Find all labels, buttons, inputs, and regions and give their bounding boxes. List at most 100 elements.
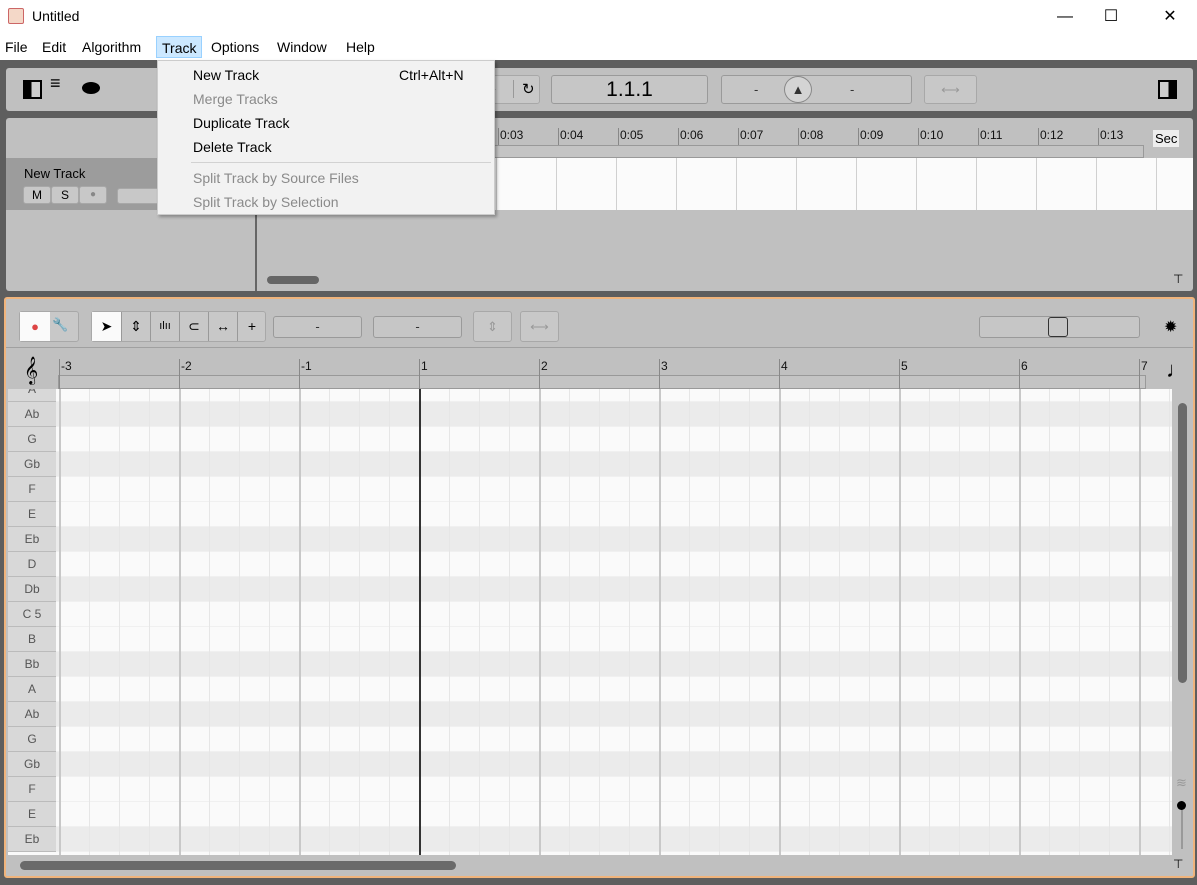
loop-icon[interactable]: ↻ [513, 80, 535, 98]
grid-line [719, 389, 720, 855]
pitch-label[interactable]: A [8, 677, 56, 702]
close-button[interactable]: ✕ [1147, 0, 1193, 33]
pitch-row[interactable] [56, 652, 1172, 677]
pitch-row[interactable] [56, 627, 1172, 652]
pitch-label[interactable]: G [8, 727, 56, 752]
quantize-time-button[interactable]: ⟷ [520, 311, 559, 342]
menu-file[interactable]: File [3, 38, 30, 60]
pitch-label[interactable]: F [8, 777, 56, 802]
sync-button[interactable]: ⟷ [924, 75, 977, 104]
pitch-label[interactable]: E [8, 802, 56, 827]
pitch-row[interactable] [56, 552, 1172, 577]
pitch-row[interactable] [56, 677, 1172, 702]
formant-tool-icon[interactable]: ⊂ [179, 312, 208, 341]
pitch-label[interactable]: B [8, 627, 56, 652]
time-unit-dropdown[interactable]: Sec [1153, 130, 1180, 147]
pitch-label[interactable]: Eb [8, 527, 56, 552]
pitch-row[interactable] [56, 402, 1172, 427]
pitch-row[interactable] [56, 602, 1172, 627]
menu-track[interactable]: Track [156, 36, 203, 58]
pitch-row[interactable] [56, 827, 1172, 852]
menu-options[interactable]: Options [209, 38, 261, 60]
vertical-scrollbar-thumb[interactable] [1178, 403, 1187, 683]
playhead[interactable] [419, 389, 421, 855]
pitch-row[interactable] [56, 477, 1172, 502]
grid-line [839, 389, 840, 855]
metronome-icon[interactable]: ▲ [784, 76, 812, 103]
gear-icon[interactable]: ✹ [1164, 317, 1177, 337]
pitch-label[interactable]: Ab [8, 702, 56, 727]
edit-field-1[interactable]: - [273, 316, 362, 338]
menu-item[interactable]: Duplicate Track [158, 115, 494, 137]
zoom-split-icon[interactable]: ⊤ [1173, 857, 1183, 871]
horizontal-scrollbar-thumb[interactable] [20, 861, 456, 870]
note-grid[interactable]: A Ab G Gb F E Eb D Db C 5 B Bb A Ab G Gb F E Eb [8, 389, 1172, 855]
menu-item[interactable]: New Track Ctrl+Alt+N [158, 67, 494, 89]
pitch-label[interactable]: C 5 [8, 602, 56, 627]
pitch-label[interactable]: G [8, 427, 56, 452]
grid-line [359, 389, 360, 855]
zoom-split-icon[interactable]: ⊤ [1173, 272, 1183, 286]
pitch-row[interactable] [56, 702, 1172, 727]
time-tool-icon[interactable]: ↔ [208, 312, 237, 341]
pitch-row[interactable] [56, 502, 1172, 527]
pitch-row[interactable] [56, 527, 1172, 552]
mute-button[interactable]: M [23, 186, 51, 204]
inspector-toggle-icon[interactable] [1158, 80, 1177, 99]
grid-line [239, 389, 240, 855]
pitch-label[interactable]: Ab [8, 402, 56, 427]
pitch-tool-icon[interactable]: ⇕ [121, 312, 150, 341]
treble-clef-icon[interactable]: 𝄞 [24, 357, 38, 385]
time-tick: 0:06 [678, 128, 703, 145]
pitch-row[interactable] [56, 452, 1172, 477]
pitch-label[interactable]: E [8, 502, 56, 527]
maximize-button[interactable]: ☐ [1088, 0, 1134, 33]
minimize-button[interactable]: — [1042, 0, 1088, 33]
editor-ruler-band [58, 375, 1146, 389]
arrange-scrollbar-thumb[interactable] [267, 276, 319, 284]
wrench-icon[interactable]: 🔧 [52, 317, 68, 333]
menu-item[interactable]: Delete Track [158, 139, 494, 161]
record-button[interactable]: ● [79, 186, 107, 204]
pitch-row[interactable] [56, 752, 1172, 777]
pointer-tool-icon[interactable]: ➤ [92, 312, 121, 341]
grid-line [269, 389, 270, 855]
edit-field-2[interactable]: - [373, 316, 462, 338]
blobs-icon[interactable] [82, 82, 100, 94]
tool-group-1: ● 🔧 [19, 311, 79, 342]
pitch-label[interactable]: Eb [8, 827, 56, 852]
quantize-pitch-button[interactable]: ⇕ [473, 311, 512, 342]
view-mode-slider[interactable] [979, 316, 1140, 338]
track-list-icon[interactable]: ≡ [50, 74, 61, 92]
panel-toggle-icon[interactable] [23, 80, 42, 99]
position-display[interactable]: 1.1.1 [551, 75, 708, 104]
separation-tool-icon[interactable]: + [237, 312, 266, 341]
pitch-row[interactable] [56, 389, 1172, 402]
pitch-label[interactable]: Gb [8, 752, 56, 777]
tempo-display[interactable]: - ▲ - [721, 75, 912, 104]
menu-algorithm[interactable]: Algorithm [80, 38, 143, 60]
pitch-label[interactable]: F [8, 477, 56, 502]
pitch-row[interactable] [56, 427, 1172, 452]
pitch-label[interactable]: Bb [8, 652, 56, 677]
amplitude-tool-icon[interactable]: ılıı [150, 312, 179, 341]
note-blob-icon[interactable]: ● [20, 312, 50, 341]
view-slider-handle[interactable] [1048, 317, 1068, 337]
pitch-label[interactable]: Db [8, 577, 56, 602]
pitch-label[interactable]: A [8, 389, 56, 402]
pitch-label[interactable]: Gb [8, 452, 56, 477]
menu-help[interactable]: Help [344, 38, 377, 60]
menu-edit[interactable]: Edit [40, 38, 68, 60]
pitch-row[interactable] [56, 577, 1172, 602]
pitch-row[interactable] [56, 727, 1172, 752]
pitch-row[interactable] [56, 802, 1172, 827]
pitch-label[interactable]: D [8, 552, 56, 577]
pitch-row[interactable] [56, 777, 1172, 802]
grid-line [496, 158, 497, 210]
grid-line [659, 389, 661, 855]
zoom-slider-handle[interactable] [1177, 801, 1186, 810]
menu-window[interactable]: Window [275, 38, 329, 60]
solo-button[interactable]: S [51, 186, 79, 204]
grid-line [959, 389, 960, 855]
note-value-icon[interactable]: ♩ [1166, 357, 1188, 383]
